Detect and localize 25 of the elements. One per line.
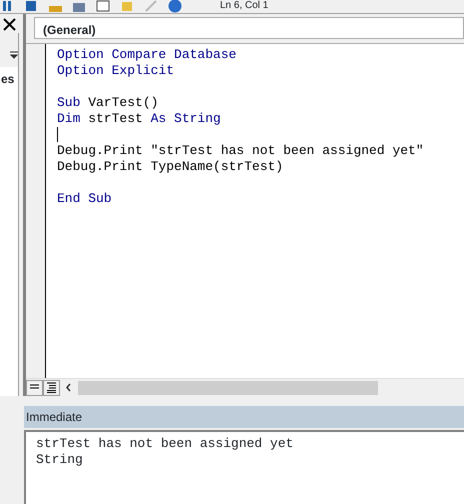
code-line: End Sub (57, 191, 112, 206)
object-dropdown[interactable]: (General) (34, 17, 464, 39)
text-cursor (57, 127, 58, 142)
code-line: Dim strTest As String (57, 111, 221, 126)
full-module-view-icon (46, 382, 57, 393)
window-icon[interactable] (96, 0, 110, 13)
code-line: Option Compare Database (57, 47, 236, 62)
code-line: Debug.Print TypeName(strTest) (57, 159, 284, 174)
code-line: Debug.Print "strTest has not been assigned yet" (57, 143, 424, 158)
code-line: Option Explicit (57, 63, 174, 78)
cursor-position: Ln 6, Col 1 (220, 0, 268, 12)
close-icon (3, 18, 16, 31)
scroll-down-icon[interactable] (10, 51, 18, 59)
full-module-view-button[interactable] (43, 380, 60, 396)
code-line: Sub VarTest() (57, 95, 158, 110)
output-line: String (36, 452, 84, 468)
procedure-view-icon (29, 384, 40, 392)
stop-icon[interactable] (24, 0, 38, 13)
immediate-title: Immediate (26, 410, 82, 424)
scrollbar-thumb[interactable] (78, 380, 378, 394)
output-line: strTest has not been assigned yet (36, 436, 294, 452)
pause-icon[interactable] (0, 0, 14, 13)
immediate-pane[interactable]: strTest has not been assigned yet String (24, 430, 464, 504)
project-item[interactable]: es (1, 72, 14, 86)
procedure-view-button[interactable] (26, 380, 43, 396)
